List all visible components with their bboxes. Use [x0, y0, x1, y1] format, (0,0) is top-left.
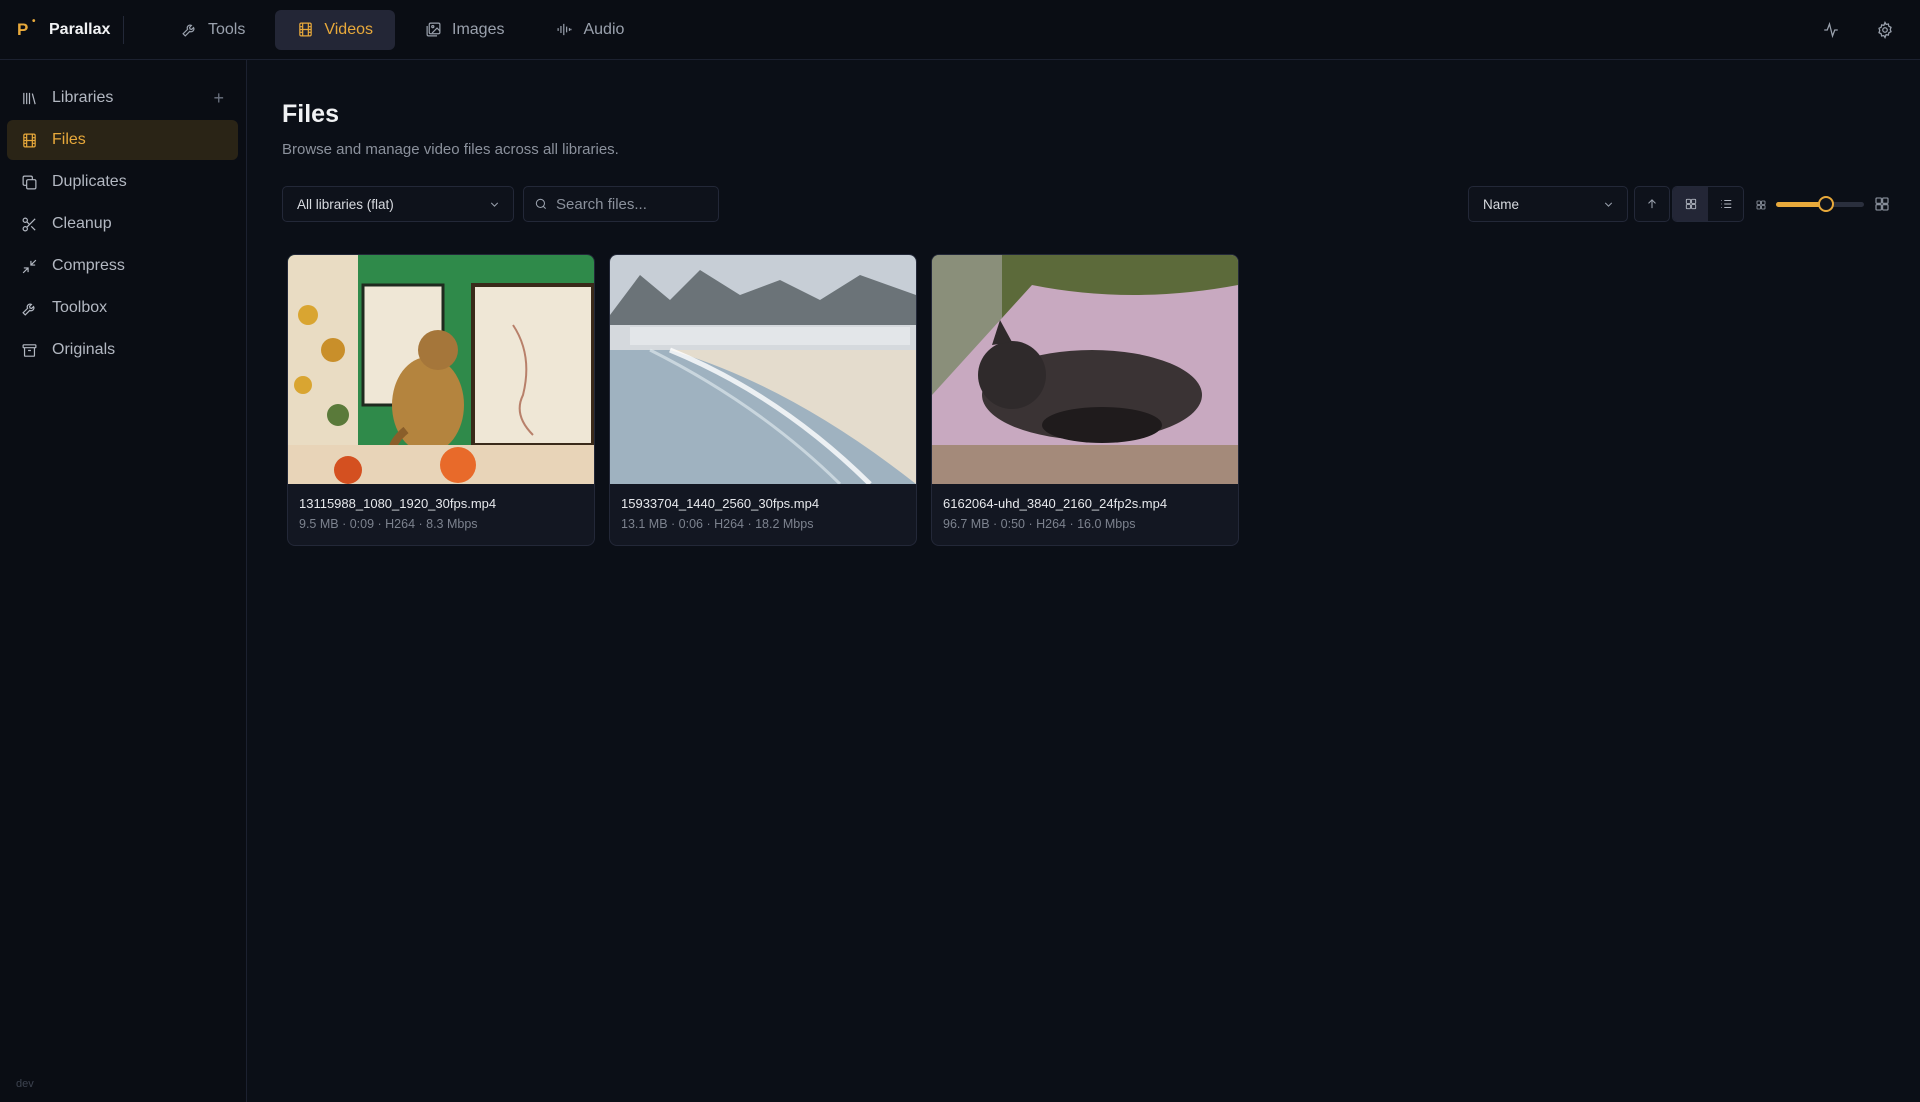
files-toolbar: All libraries (flat) Name [282, 186, 1889, 222]
sidebar-item-libraries[interactable]: Libraries + [7, 78, 238, 118]
search-icon [535, 198, 547, 210]
libraries-icon [23, 92, 36, 104]
thumbnail-size-small-icon [1755, 198, 1767, 210]
wrench-icon [182, 24, 195, 37]
file-name: 6162064-uhd_3840_2160_24fp2s.mp4 [943, 496, 1168, 511]
sidebar-item-originals[interactable]: Originals [7, 330, 238, 370]
brand-logo: P • [17, 15, 36, 39]
video-thumbnail [610, 255, 916, 484]
grid-icon [1685, 198, 1696, 210]
wrench-icon [22, 303, 35, 316]
activity-icon [1824, 21, 1838, 39]
file-card[interactable]: 15933704_1440_2560_30fps.mp4 13.1 MB · 0… [609, 254, 917, 546]
tab-images[interactable]: Images [403, 10, 526, 50]
film-icon [23, 133, 36, 147]
file-name: 13115988_1080_1920_30fps.mp4 [299, 496, 497, 511]
top-bar: P • Parallax Tools Videos Images Audio [0, 0, 1920, 60]
tab-audio[interactable]: Audio [534, 10, 646, 50]
search-box [523, 186, 719, 222]
sort-select[interactable]: Name [1468, 186, 1628, 222]
main-content: Files Browse and manage video files acro… [248, 60, 1920, 1102]
settings-button[interactable] [1874, 19, 1896, 41]
file-card[interactable]: 6162064-uhd_3840_2160_24fp2s.mp4 96.7 MB… [931, 254, 1239, 546]
copy-icon [22, 175, 37, 189]
chevron-down-icon [490, 202, 499, 207]
main-nav: Tools Videos Images Audio [159, 9, 654, 50]
page-subtitle: Browse and manage video files across all… [282, 141, 619, 158]
tab-tools[interactable]: Tools [159, 10, 267, 50]
sidebar-item-duplicates[interactable]: Duplicates [7, 162, 238, 202]
video-thumbnail [932, 255, 1238, 484]
scissors-icon [22, 217, 36, 231]
compress-icon [22, 259, 37, 273]
thumbnail-size-slider[interactable] [1776, 196, 1864, 212]
thumbnail-size-large-icon [1874, 196, 1890, 212]
grid-view-button[interactable] [1673, 187, 1708, 221]
film-icon [299, 22, 313, 37]
env-label: dev [16, 1078, 34, 1090]
sidebar-item-toolbox[interactable]: Toolbox [7, 288, 238, 328]
library-filter-select[interactable]: All libraries (flat) [282, 186, 514, 222]
waveform-icon [557, 23, 572, 36]
file-meta: 96.7 MB · 0:50 · H264 · 16.0 Mbps [943, 517, 1136, 531]
tab-videos[interactable]: Videos [275, 9, 395, 50]
slider-handle[interactable] [1818, 196, 1835, 212]
archive-icon [22, 343, 37, 357]
view-mode-toggle [1672, 186, 1744, 222]
image-icon [426, 22, 441, 37]
activity-button[interactable] [1820, 19, 1842, 41]
search-input[interactable] [556, 195, 706, 213]
sidebar-item-files[interactable]: Files [7, 120, 238, 160]
list-icon [1720, 200, 1731, 208]
file-meta: 9.5 MB · 0:09 · H264 · 8.3 Mbps [299, 517, 478, 531]
brand-name: Parallax [49, 20, 111, 38]
gear-icon [1878, 21, 1892, 39]
file-grid: 13115988_1080_1920_30fps.mp4 9.5 MB · 0:… [287, 254, 1239, 546]
page-title: Files [282, 100, 339, 128]
topbar-actions [1820, 0, 1896, 60]
file-meta: 13.1 MB · 0:06 · H264 · 18.2 Mbps [621, 517, 814, 531]
file-name: 15933704_1440_2560_30fps.mp4 [621, 496, 820, 511]
add-library-button[interactable]: + [213, 88, 224, 109]
list-view-button[interactable] [1708, 187, 1743, 221]
sidebar: Libraries + Files Duplicates Cleanup Com… [0, 60, 247, 1102]
brand[interactable]: P • Parallax [0, 15, 124, 44]
arrow-up-icon [1648, 199, 1656, 209]
sort-direction-button[interactable] [1634, 186, 1670, 222]
sidebar-item-cleanup[interactable]: Cleanup [7, 204, 238, 244]
chevron-down-icon [1604, 202, 1613, 207]
sidebar-item-compress[interactable]: Compress [7, 246, 238, 286]
file-card[interactable]: 13115988_1080_1920_30fps.mp4 9.5 MB · 0:… [287, 254, 595, 546]
video-thumbnail [288, 255, 594, 484]
